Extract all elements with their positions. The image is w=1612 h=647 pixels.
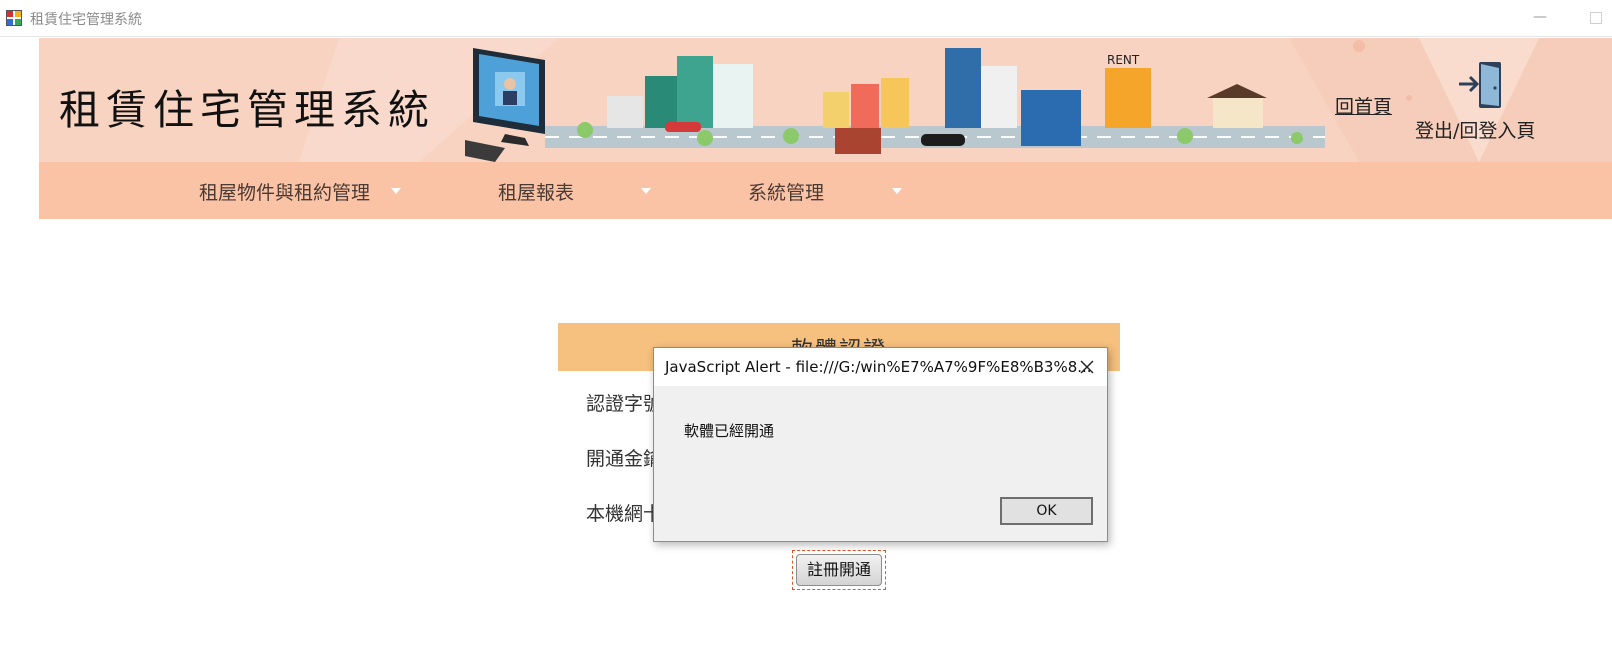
close-icon[interactable] [1076, 356, 1098, 378]
city-illustration: RENT [465, 48, 1325, 162]
activation-key-label: 開通金鑰 [586, 448, 663, 470]
dialog-message: 軟體已經開通 [684, 422, 775, 440]
app-window: 租賃住宅管理系統 — 租賃住宅管理系統 RENT 回首頁 登出/回登入頁 租屋物… [0, 0, 1612, 647]
minimize-button[interactable]: — [1530, 8, 1550, 28]
logout-button[interactable]: 登出/回登入頁 [1415, 60, 1545, 150]
maximize-button[interactable] [1590, 12, 1602, 24]
chevron-down-icon[interactable] [641, 188, 651, 194]
site-title: 租賃住宅管理系統 [59, 86, 435, 134]
cert-number-label: 認證字號 [586, 393, 663, 415]
logout-door-icon [1459, 62, 1501, 108]
alert-dialog: JavaScript Alert - file:///G:/win%E7%A7%… [653, 347, 1108, 542]
rent-sign: RENT [1107, 53, 1140, 67]
main-navbar: 租屋物件與租約管理 租屋報表 系統管理 [39, 162, 1612, 219]
home-link[interactable]: 回首頁 [1335, 92, 1392, 119]
register-button[interactable]: 註冊開通 [796, 554, 882, 586]
window-title: 租賃住宅管理系統 [30, 12, 142, 28]
header-banner: 租賃住宅管理系統 RENT 回首頁 登出/回登入頁 [39, 38, 1612, 162]
nav-item-listings[interactable]: 租屋物件與租約管理 [199, 178, 370, 205]
mac-address-label: 本機網卡 [586, 503, 663, 525]
app-icon [6, 10, 22, 26]
computer-monitor-icon [465, 48, 545, 162]
nav-item-reports[interactable]: 租屋報表 [498, 178, 574, 205]
dialog-titlebar: JavaScript Alert - file:///G:/win%E7%A7%… [654, 348, 1107, 386]
register-button-focus: 註冊開通 [792, 550, 886, 590]
window-titlebar: 租賃住宅管理系統 — [0, 0, 1612, 37]
ok-button[interactable]: OK [1000, 497, 1093, 525]
chevron-down-icon[interactable] [391, 188, 401, 194]
logout-label: 登出/回登入頁 [1415, 120, 1536, 142]
dialog-title: JavaScript Alert - file:///G:/win%E7%A7%… [665, 358, 1092, 376]
chevron-down-icon[interactable] [892, 188, 902, 194]
nav-item-system[interactable]: 系統管理 [748, 178, 824, 205]
